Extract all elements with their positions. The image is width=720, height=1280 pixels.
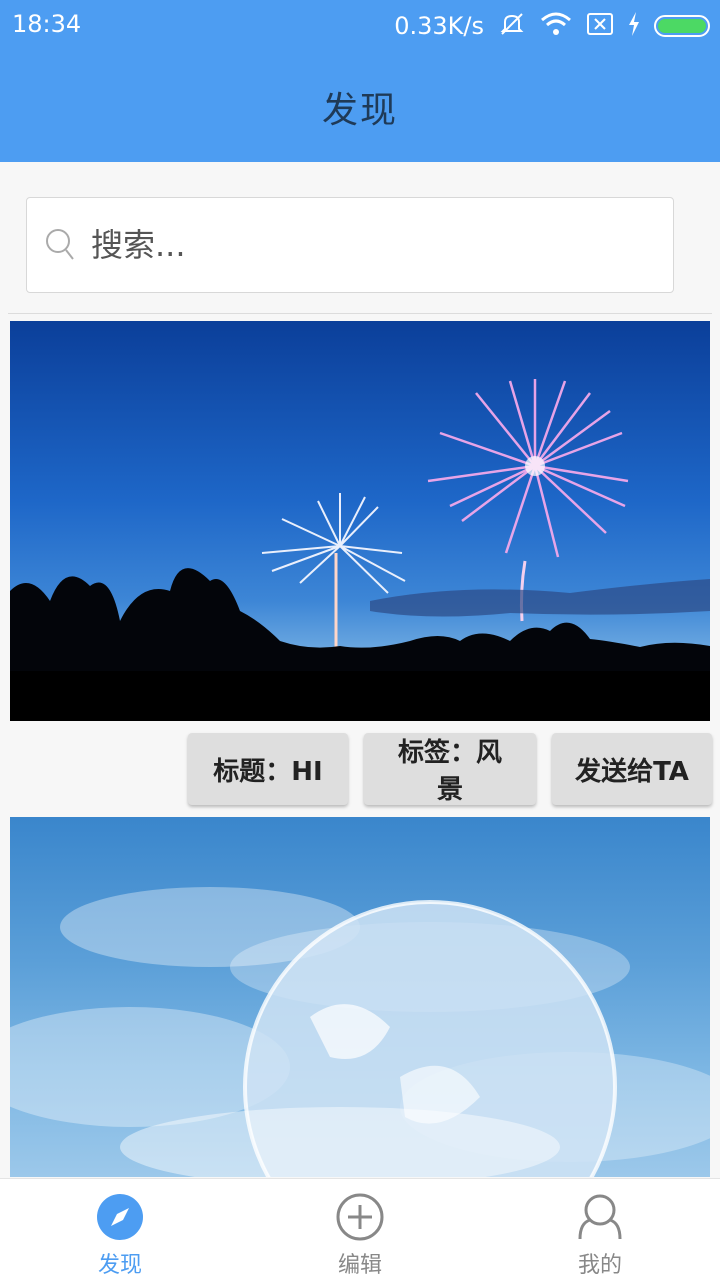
search-box[interactable]: [26, 197, 674, 293]
mute-icon: [498, 10, 526, 42]
network-speed: 0.33K/s: [394, 12, 484, 40]
search-icon: [45, 228, 75, 262]
divider: [8, 313, 712, 314]
tab-label-mine: 我的: [577, 1253, 622, 1278]
no-sim-icon: [586, 12, 614, 40]
status-time: 18:34: [12, 10, 82, 38]
bottom-tab-bar: 发现 编辑 我的: [0, 1178, 720, 1280]
tab-label-discover: 发现: [97, 1253, 142, 1278]
title-chip[interactable]: 标题：HI: [188, 733, 348, 805]
compass-icon: [96, 1193, 144, 1241]
app-bar: 发现: [0, 52, 720, 162]
send-to-button[interactable]: 发送给TA: [552, 733, 712, 805]
wifi-icon: [540, 11, 572, 41]
search-input[interactable]: [91, 226, 611, 264]
page-title: 发现: [321, 90, 398, 131]
fireworks-photo[interactable]: [10, 321, 710, 721]
photo-actions: 标题：HI 标签：风景 发送给TA: [188, 733, 712, 805]
add-circle-icon: [336, 1193, 384, 1241]
tab-edit[interactable]: 编辑: [240, 1179, 480, 1280]
battery-icon: [654, 15, 710, 37]
search-area: [0, 162, 720, 314]
earth-clouds-photo[interactable]: [10, 817, 710, 1177]
tab-label-edit: 编辑: [337, 1253, 382, 1278]
tab-discover[interactable]: 发现: [0, 1179, 240, 1280]
tag-chip[interactable]: 标签：风景: [364, 733, 536, 805]
status-bar: 18:34 0.33K/s: [0, 0, 720, 52]
tab-mine[interactable]: 我的: [480, 1179, 720, 1280]
charging-icon: [628, 12, 640, 40]
person-icon: [576, 1193, 624, 1241]
status-icons: 0.33K/s: [394, 10, 710, 42]
